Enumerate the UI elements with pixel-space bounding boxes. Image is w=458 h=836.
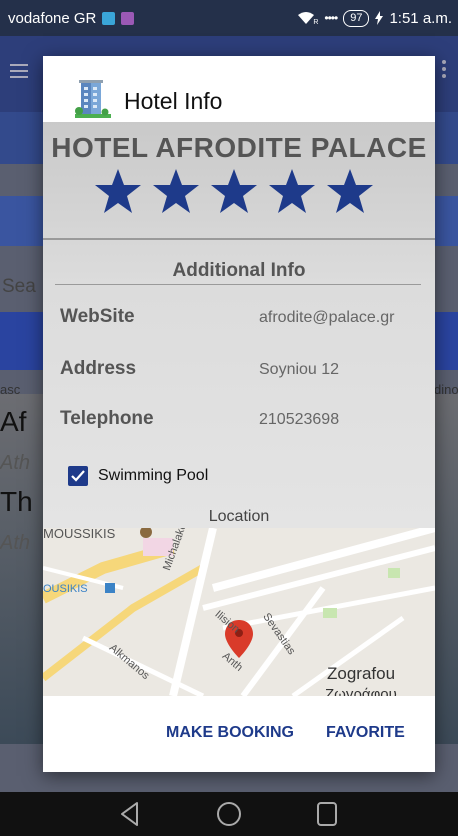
clock: 1:51 a.m. [389,9,452,27]
map-label-zografou: Zografou [327,664,396,683]
favorite-button[interactable]: FAVORITE [326,724,405,742]
address-row: Address Soyniou 12 [43,358,435,388]
website-label: WebSite [60,306,135,327]
star-icon [269,169,315,213]
website-row: WebSite afrodite@palace.gr [43,306,435,336]
carrier-group: vodafone GR [8,9,135,27]
map-label-moussikis: MOUSSIKIS [43,528,116,541]
metro-station-icon [105,583,115,593]
recents-icon[interactable] [313,800,341,828]
additional-info-heading: Additional Info [172,260,306,281]
background-list-title-1: Af [0,406,27,437]
dialog-actions: MAKE BOOKING FAVORITE [43,696,435,772]
star-icon [153,169,199,213]
address-value: Soyniou 12 [259,361,340,378]
dialog-header: Hotel Info [43,56,435,122]
make-booking-button[interactable]: MAKE BOOKING [166,724,294,742]
background-list-subtitle-1: Ath [0,452,31,474]
status-right: R •••• 97 1:51 a.m. [297,9,452,27]
roaming-indicator: R [313,18,319,26]
navigation-bar [0,792,458,836]
dialog-title: Hotel Info [124,88,223,114]
background-list-title-2: Th [0,486,33,517]
swimming-pool-checkbox-row[interactable]: Swimming Pool [68,464,208,488]
location-label: Location [208,508,270,525]
check-icon [71,470,85,482]
hotel-name: HOTEL AFRODITE PALACE [51,132,427,163]
background-list-subtitle-2: Ath [0,532,31,554]
website-value[interactable]: afrodite@palace.gr [259,309,394,327]
star-icon [211,169,257,213]
star-rating [93,167,375,217]
telephone-label: Telephone [60,408,154,429]
notification-icon [102,11,116,25]
divider [43,238,435,240]
overflow-menu-icon [442,60,446,64]
dialog-content: HOTEL AFRODITE PALACE Additional Info We… [43,122,435,528]
background-fragment-right: dino [434,382,458,397]
divider [55,284,421,285]
star-icon [327,169,373,213]
map-label-zografou-greek: Ζωγράφου [325,686,397,696]
background-search-fragment: Sea [2,276,36,297]
swimming-pool-label: Swimming Pool [98,467,209,484]
gallery-icon [121,11,135,25]
telephone-row: Telephone 210523698 [43,408,435,438]
address-label: Address [60,358,137,379]
hotel-building-icon [75,80,111,118]
back-icon[interactable] [117,800,145,828]
menu-icon [10,64,28,66]
status-bar: vodafone GR R •••• 97 1:51 a.m. [0,0,458,36]
signal-icon: •••• [324,11,338,25]
star-icon [95,169,141,213]
charging-icon [375,11,384,25]
telephone-value[interactable]: 210523698 [259,411,339,429]
app-screen: vodafone GR R •••• 97 1:51 a.m. Sea asc [0,0,458,836]
map-label-metro: OUSIKIS [43,583,88,595]
swimming-pool-checkbox[interactable] [68,466,88,486]
home-icon[interactable] [215,800,243,828]
location-map[interactable]: MOUSSIKIS OUSIKIS Michalakopoulou Ilisio… [43,528,435,696]
carrier-name: vodafone GR [8,9,97,27]
hotel-info-dialog: Hotel Info HOTEL AFRODITE PALACE Additio… [43,56,435,772]
battery-indicator: 97 [343,9,370,27]
background-fragment-left: asc [0,382,21,397]
